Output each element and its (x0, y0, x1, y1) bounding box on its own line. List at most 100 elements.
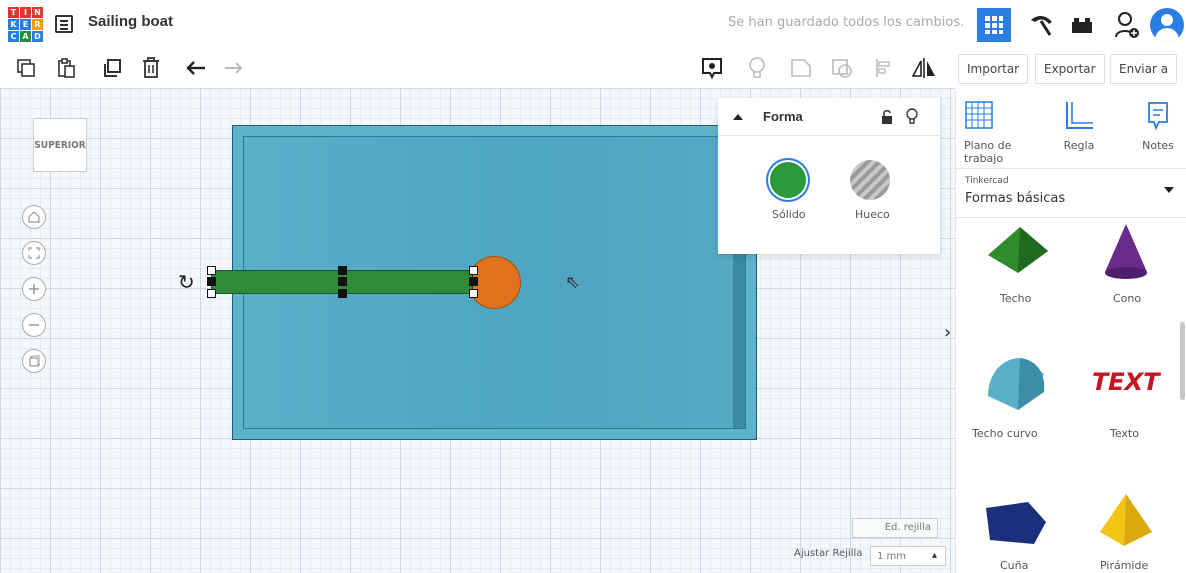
export-button[interactable]: Exportar (1035, 54, 1105, 84)
resize-handle[interactable] (469, 277, 478, 286)
shape-texto[interactable]: TEXT (1089, 362, 1172, 398)
ruler-tool-label: Regla (1063, 139, 1095, 152)
zoom-out-button[interactable] (22, 313, 46, 337)
copy-icon (17, 59, 35, 77)
shape-piramide[interactable] (1096, 492, 1156, 548)
pyramid-shape-icon (1100, 494, 1152, 546)
invite-user-button[interactable] (1110, 8, 1144, 42)
home-view-button[interactable] (22, 205, 46, 229)
notes-tool[interactable]: Notes (1136, 100, 1180, 152)
logo-letter: K (8, 19, 19, 30)
copy-button[interactable] (12, 54, 40, 82)
speech-bubble-eye-icon (702, 58, 722, 80)
tinkercad-logo[interactable]: T I N K E R C A D (8, 7, 43, 42)
shape-cuna[interactable] (984, 500, 1050, 546)
user-avatar[interactable] (1150, 8, 1184, 42)
shape-inspector-panel: Forma (718, 98, 940, 254)
note-icon (1148, 102, 1168, 131)
shape-piramide-label: Pirámide (1100, 559, 1149, 572)
text-shape-glyph: TEXT (1092, 367, 1163, 396)
shape-inspector-header: Forma (718, 98, 940, 136)
category-source-label: Tinkercad (965, 176, 1009, 186)
ruler-icon (1066, 102, 1093, 129)
mirror-button[interactable] (910, 54, 938, 82)
shape-category-dropdown[interactable]: Tinkercad Formas básicas (955, 168, 1186, 218)
workplane-tool[interactable]: Plano de trabajo (964, 100, 1024, 165)
wedge-shape-icon (986, 502, 1046, 544)
view-cube[interactable]: SUPERIOR (33, 118, 87, 172)
shape-cono[interactable] (1101, 222, 1151, 282)
align-icon (876, 59, 890, 77)
category-value: Formas básicas (965, 191, 1066, 206)
resize-handle[interactable] (338, 277, 347, 286)
plus-icon (29, 284, 39, 294)
delete-button[interactable] (137, 54, 165, 82)
project-title[interactable]: Sailing boat (88, 13, 173, 30)
shape-techo-label: Techo (1000, 292, 1032, 305)
edit-grid-button[interactable]: Ed. rejilla (852, 518, 938, 538)
shape-techo[interactable] (986, 225, 1050, 275)
resize-handle[interactable] (207, 277, 216, 286)
logo-letter: D (32, 31, 43, 42)
snap-grid-label: Ajustar Rejilla (794, 548, 863, 559)
group-button[interactable] (787, 54, 815, 82)
shape-texto-label: Texto (1110, 427, 1139, 440)
redo-arrow-icon (225, 62, 243, 74)
resize-handle[interactable] (469, 266, 478, 275)
view-cube-face-label: SUPERIOR (34, 139, 86, 151)
edit-toolbar (0, 48, 950, 88)
resize-handle[interactable] (338, 266, 347, 275)
send-to-button[interactable]: Enviar a (1110, 54, 1178, 84)
mirror-icon (911, 58, 935, 78)
sidebar-scrollbar[interactable] (1180, 322, 1185, 400)
align-button[interactable] (869, 54, 897, 82)
duplicate-button[interactable] (98, 54, 126, 82)
logo-letter: N (32, 7, 43, 18)
lightbulb-icon[interactable] (906, 108, 918, 125)
logo-letter: A (20, 31, 31, 42)
zoom-in-button[interactable] (22, 277, 46, 301)
snap-grid-select[interactable]: 1 mm (870, 546, 946, 566)
lightbulb-icon (749, 57, 765, 78)
resize-handle[interactable] (469, 289, 478, 298)
group-icon (791, 59, 811, 77)
paste-button[interactable] (52, 54, 80, 82)
resize-handle[interactable] (338, 289, 347, 298)
notes-tool-button[interactable] (698, 54, 726, 82)
redo-button[interactable] (220, 54, 248, 82)
resize-handle[interactable] (207, 289, 216, 298)
workplane-grid-icon (965, 101, 993, 129)
blocks-view-button[interactable] (1024, 8, 1058, 42)
hole-label: Hueco (855, 208, 890, 221)
hole-swatch[interactable] (850, 160, 890, 200)
collapse-caret-icon[interactable] (732, 113, 744, 121)
pickaxe-icon (1031, 16, 1052, 36)
clipboard-icon (58, 58, 75, 78)
dropdown-caret-icon (1164, 187, 1174, 193)
import-button[interactable]: Importar (958, 54, 1029, 84)
undo-arrow-icon (186, 61, 205, 75)
fit-view-button[interactable] (22, 241, 46, 265)
save-status: Se han guardado todos los cambios. (728, 15, 965, 30)
logo-letter: T (8, 7, 19, 18)
rotate-handle-icon[interactable]: ↻ (178, 270, 195, 294)
resize-handle[interactable] (207, 266, 216, 275)
design-menu-icon[interactable] (55, 15, 73, 33)
lock-icon[interactable] (881, 109, 893, 125)
logo-letter: C (8, 31, 19, 42)
bricks-view-button[interactable] (1065, 8, 1099, 42)
workplane-tool-label: Plano de trabajo (964, 139, 1012, 165)
shape-techo-curvo-label: Techo curvo (972, 427, 1038, 440)
undo-button[interactable] (182, 54, 210, 82)
home-icon (28, 211, 40, 223)
text-shape-icon: TEXT (1089, 367, 1163, 396)
collapse-sidebar-chevron-icon[interactable]: › (944, 322, 951, 343)
shape-techo-curvo[interactable] (984, 352, 1050, 412)
solid-label: Sólido (772, 208, 806, 221)
solid-color-swatch[interactable] (768, 160, 808, 200)
ruler-tool[interactable]: Regla (1054, 100, 1104, 152)
ungroup-button[interactable] (828, 54, 856, 82)
projection-button[interactable] (22, 349, 46, 373)
3d-design-view-button[interactable] (977, 8, 1011, 42)
show-all-button[interactable] (743, 54, 771, 82)
